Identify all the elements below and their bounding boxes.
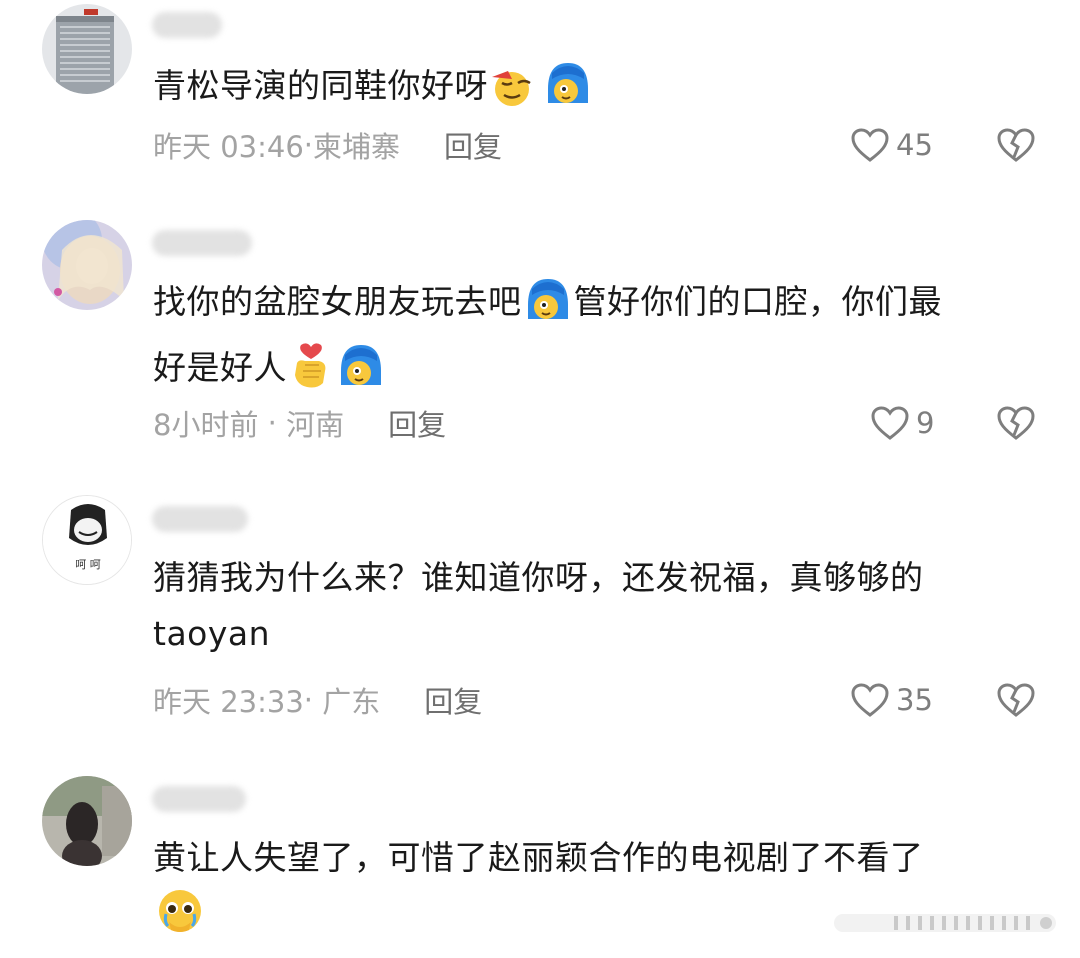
comment-location: 广东: [322, 685, 381, 719]
blue-hair-face-emoji-icon: [337, 341, 385, 406]
meta-separator: ·: [303, 683, 323, 717]
like-count: 35: [896, 683, 933, 717]
comment-text-body: 黄让人失望了，可惜了赵丽颖合作的电视剧了不看了: [153, 838, 924, 877]
dislike-button[interactable]: [996, 680, 1036, 720]
reply-button[interactable]: 回复: [388, 402, 446, 444]
avatar-caption: 呵 呵: [75, 558, 101, 571]
username-blurred[interactable]: [152, 230, 252, 256]
comment-location: 河南: [286, 408, 345, 442]
reply-button[interactable]: 回复: [444, 124, 502, 166]
comment-text-part: 管好你们的口腔，你们最: [573, 282, 942, 321]
avatar[interactable]: [42, 776, 132, 866]
meta-separator: ·: [303, 128, 314, 162]
comment-text-part: 找你的盆腔女朋友玩去吧: [153, 282, 522, 321]
username-blurred[interactable]: [152, 786, 246, 812]
dislike-button[interactable]: [996, 403, 1036, 443]
username-blurred[interactable]: [152, 12, 222, 38]
heart-icon: [871, 406, 909, 440]
blue-hair-face-emoji-icon: [544, 59, 592, 124]
comment-meta: 昨天 23:33 · 广东 回复: [153, 680, 482, 720]
comment-text: 猜猜我为什么来？谁知道你呀，还发祝福，真够够的 taoyan: [153, 550, 1033, 662]
comment-time: 昨天 03:46: [153, 130, 304, 164]
meme-face-avatar-image: 呵 呵: [43, 496, 131, 584]
girl-avatar-image: [42, 220, 132, 310]
comment-meta: 昨天 03:46 · 柬埔寨 回复: [153, 125, 502, 165]
reply-button[interactable]: 回复: [424, 679, 482, 721]
comment-text-body: 青松导演的同鞋你好呀: [153, 66, 488, 105]
broken-heart-icon: [997, 683, 1035, 717]
dislike-button[interactable]: [996, 125, 1036, 165]
comment-text: 青松导演的同鞋你好呀: [153, 58, 1033, 124]
comment-text-line: taoyan: [153, 614, 271, 653]
like-count: 9: [916, 406, 935, 440]
comment-meta: 8小时前 · 河南 回复: [153, 403, 446, 443]
comment-text-part: 好是好人: [153, 348, 287, 387]
blue-hair-face-emoji-icon: [524, 275, 572, 340]
squint-face-emoji-icon: [490, 67, 540, 124]
person-avatar-image: [42, 776, 132, 866]
like-button[interactable]: 35: [850, 680, 933, 720]
avatar[interactable]: [42, 220, 132, 310]
like-button[interactable]: 9: [870, 403, 934, 443]
comment-time: 8小时前: [153, 408, 259, 442]
comment-location: 柬埔寨: [313, 130, 401, 164]
broken-heart-icon: [997, 406, 1035, 440]
finger-heart-emoji-icon: [289, 341, 333, 406]
watermark-logo: [834, 910, 1056, 936]
building-avatar-image: [42, 4, 132, 94]
comment-time: 昨天 23:33: [153, 685, 304, 719]
avatar[interactable]: [42, 4, 132, 94]
comment-text-line: 猜猜我为什么来？谁知道你呀，还发祝福，真够够的: [153, 558, 924, 597]
pleading-face-emoji-icon: [155, 886, 205, 953]
like-count: 45: [896, 128, 933, 162]
avatar[interactable]: 呵 呵: [42, 495, 132, 585]
comment-text: 找你的盆腔女朋友玩去吧 管好你们的口腔，你们最 好是好人: [153, 274, 1033, 406]
heart-icon: [851, 128, 889, 162]
like-button[interactable]: 45: [850, 125, 933, 165]
heart-icon: [851, 683, 889, 717]
username-blurred[interactable]: [152, 506, 248, 532]
meta-separator: ·: [258, 406, 287, 440]
broken-heart-icon: [997, 128, 1035, 162]
